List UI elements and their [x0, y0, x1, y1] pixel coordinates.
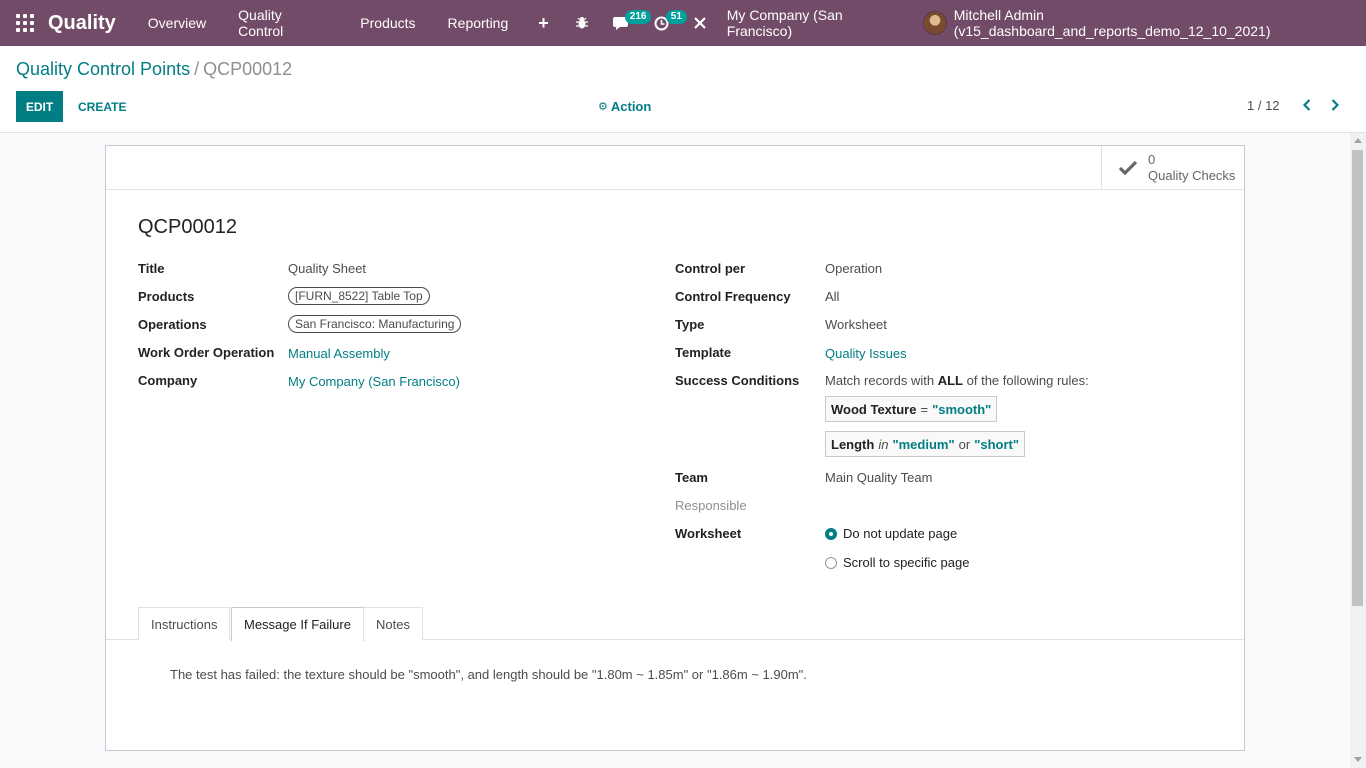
rule-value: "medium" — [892, 436, 955, 452]
form-sheet: 0 Quality Checks QCP00012 Title Quality … — [105, 145, 1245, 751]
worksheet-option-no-update[interactable]: Do not update page — [825, 526, 957, 541]
type-value: Worksheet — [825, 317, 887, 332]
control-frequency-value: All — [825, 289, 840, 304]
team-value: Main Quality Team — [825, 470, 933, 485]
pager-next-icon[interactable] — [1327, 96, 1343, 114]
menu-quality-control[interactable]: Quality Control — [222, 0, 344, 46]
app-brand[interactable]: Quality — [48, 12, 116, 35]
scroll-down-icon[interactable] — [1354, 757, 1362, 762]
failure-message-text: The test has failed: the texture should … — [170, 667, 807, 682]
success-intro-all: ALL — [937, 373, 963, 388]
app-menu-icon[interactable] — [16, 14, 34, 32]
menu-plus-icon[interactable]: + — [524, 13, 563, 34]
user-avatar — [923, 11, 947, 35]
rule-operator: = — [920, 401, 929, 417]
rule-or: or — [958, 436, 971, 452]
domain-rule-wood-texture: Wood Texture = "smooth" — [825, 396, 998, 422]
gear-icon: ⚙ — [598, 101, 608, 113]
menu-products[interactable]: Products — [344, 0, 431, 46]
tab-message-if-failure[interactable]: Message If Failure — [231, 607, 364, 641]
control-per-label: Control per — [675, 261, 746, 276]
menu-overview[interactable]: Overview — [132, 0, 222, 46]
tab-notes[interactable]: Notes — [363, 607, 423, 640]
worksheet-option-label: Do not update page — [843, 526, 958, 541]
menu-reporting[interactable]: Reporting — [432, 0, 525, 46]
responsible-label: Responsible — [675, 498, 747, 513]
breadcrumb-separator: / — [194, 59, 200, 79]
team-label: Team — [675, 470, 708, 485]
work-order-operation-link[interactable]: Manual Assembly — [288, 346, 390, 361]
success-intro-prefix: Match records with — [825, 373, 935, 388]
scroll-thumb[interactable] — [1352, 150, 1363, 606]
button-box: 0 Quality Checks — [106, 146, 1244, 190]
rule-field: Wood Texture — [831, 401, 917, 417]
record-name: QCP00012 — [138, 216, 237, 238]
title-label: Title — [138, 261, 165, 276]
activities-clock-icon[interactable]: 51 — [642, 0, 687, 46]
create-button[interactable]: CREATE — [70, 91, 134, 122]
tab-instructions[interactable]: Instructions — [138, 607, 231, 640]
rule-value: "smooth" — [932, 401, 992, 417]
tools-close-icon[interactable] — [681, 0, 719, 46]
quality-checks-button[interactable]: 0 Quality Checks — [1101, 146, 1244, 190]
action-dropdown[interactable]: ⚙ Action — [598, 99, 651, 114]
quality-checks-stat: 0 Quality Checks — [1148, 152, 1235, 184]
rule-value: "short" — [974, 436, 1020, 452]
template-link[interactable]: Quality Issues — [825, 346, 907, 361]
breadcrumb-parent-link[interactable]: Quality Control Points — [16, 59, 190, 79]
company-link[interactable]: My Company (San Francisco) — [288, 374, 460, 389]
work-order-operation-label: Work Order Operation — [138, 345, 275, 360]
page-scrollbar[interactable] — [1350, 133, 1366, 768]
rule-field: Length — [831, 436, 875, 452]
top-navbar: Quality Overview Quality Control Product… — [0, 0, 1366, 46]
company-switcher[interactable]: My Company (San Francisco) — [719, 7, 924, 39]
navbar-systray: 216 51 My Company (San Francisco) Mitche… — [563, 0, 1366, 46]
domain-rule-length: Length in "medium" or "short" — [825, 431, 1026, 457]
scroll-up-icon[interactable] — [1354, 138, 1362, 143]
radio-checked-icon[interactable] — [825, 527, 837, 540]
operations-label: Operations — [138, 317, 207, 332]
control-panel: Quality Control Points / QCP00012 EDIT CRE… — [0, 46, 1366, 133]
pager-previous-icon[interactable] — [1299, 96, 1315, 114]
radio-unchecked-icon[interactable] — [825, 556, 837, 569]
breadcrumb-current: QCP00012 — [203, 59, 293, 79]
company-label: Company — [138, 373, 198, 388]
control-per-value: Operation — [825, 261, 883, 276]
template-label: Template — [675, 345, 732, 360]
title-value: Quality Sheet — [288, 261, 367, 276]
success-conditions-label: Success Conditions — [675, 373, 800, 388]
debug-bug-icon[interactable] — [563, 0, 601, 46]
product-tag[interactable]: [FURN_8522] Table Top — [288, 287, 430, 305]
edit-button[interactable]: EDIT — [16, 91, 63, 122]
control-frequency-label: Control Frequency — [675, 289, 791, 304]
user-name: Mitchell Admin (v15_dashboard_and_report… — [953, 7, 1271, 39]
worksheet-option-scroll[interactable]: Scroll to specific page — [825, 555, 969, 570]
user-menu[interactable]: Mitchell Admin (v15_dashboard_and_report… — [923, 7, 1366, 39]
worksheet-label: Worksheet — [675, 526, 742, 541]
messages-icon[interactable]: 216 — [601, 0, 652, 46]
quality-checks-count: 0 — [1148, 152, 1156, 167]
products-label: Products — [138, 289, 195, 304]
operation-tag[interactable]: San Francisco: Manufacturing — [288, 315, 462, 333]
success-intro-suffix: of the following rules: — [966, 373, 1089, 388]
pager-value[interactable]: 1 / 12 — [1247, 98, 1280, 113]
type-label: Type — [675, 317, 705, 332]
quality-checks-label: Quality Checks — [1148, 168, 1236, 183]
action-label: Action — [610, 99, 652, 114]
success-conditions-intro: Match records with ALL of the following … — [825, 373, 1089, 388]
worksheet-option-label: Scroll to specific page — [843, 555, 970, 570]
check-icon — [1118, 160, 1138, 176]
rule-operator: in — [878, 436, 889, 452]
breadcrumb: Quality Control Points / QCP00012 — [16, 59, 292, 80]
